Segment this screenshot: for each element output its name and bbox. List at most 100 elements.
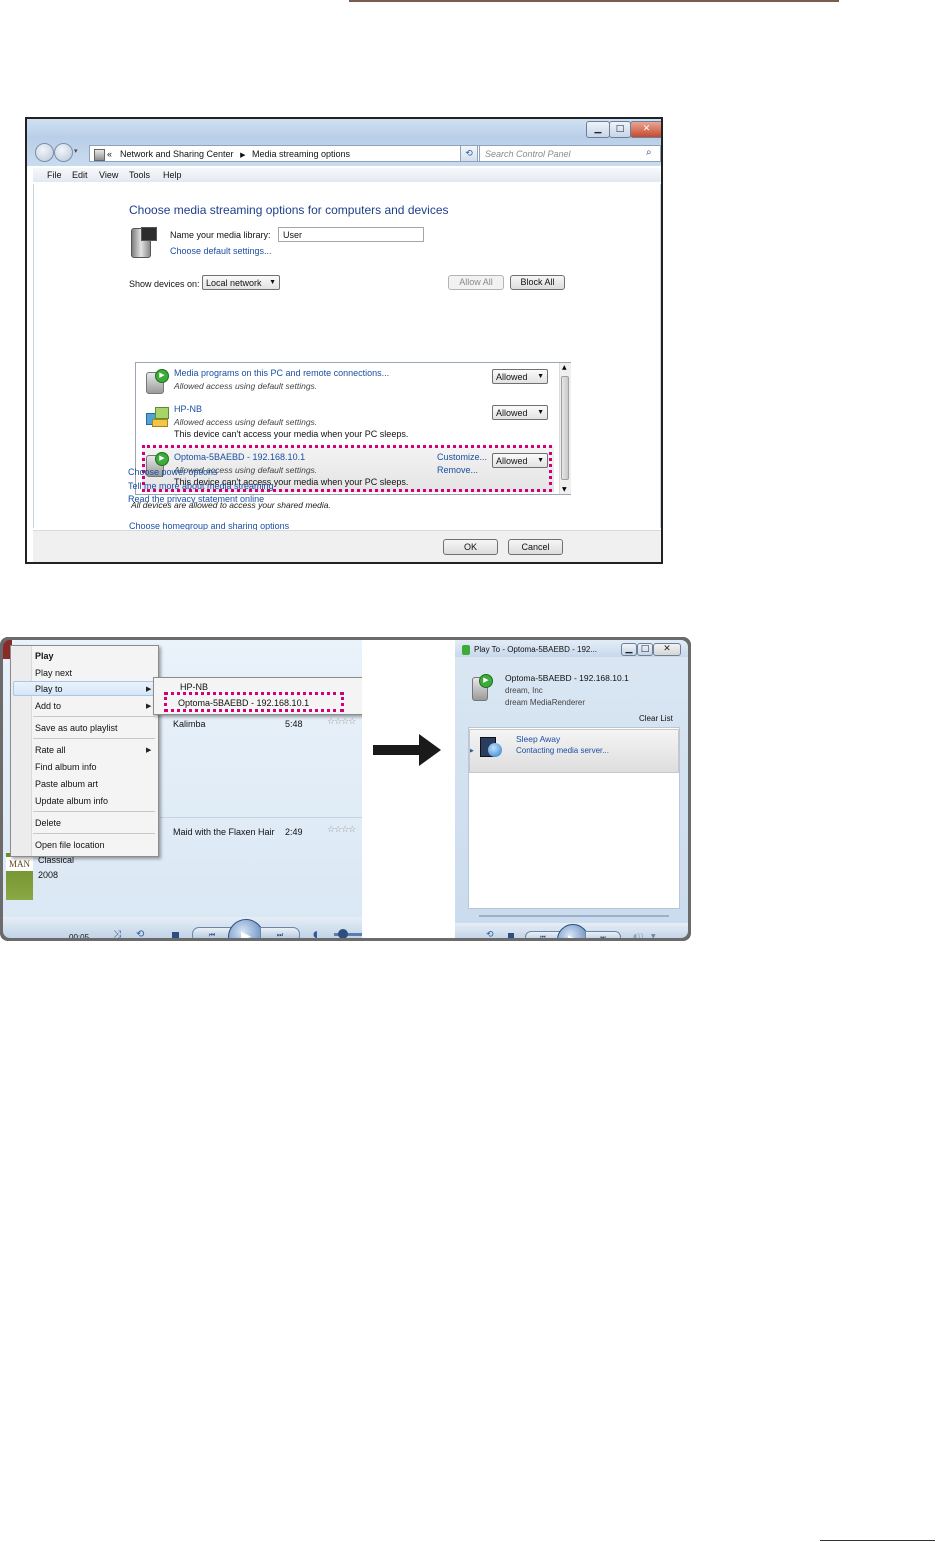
submenu-item-hp-nb[interactable]: HP-NB	[180, 682, 208, 692]
default-settings-link[interactable]: Choose default settings...	[170, 246, 272, 256]
maximize-button[interactable]: □	[637, 643, 653, 656]
repeat-icon[interactable]: ⟲	[136, 929, 144, 939]
search-icon[interactable]: ⌕	[646, 147, 652, 158]
address-bar[interactable]: « Network and Sharing Center ▶ Media str…	[89, 145, 482, 162]
menu-separator	[33, 738, 155, 739]
mute-icon[interactable]: ◖	[313, 930, 318, 939]
device-name-media-programs[interactable]: Media programs on this PC and remote con…	[174, 368, 389, 378]
previous-button[interactable]: ⏮	[525, 931, 561, 939]
scroll-thumb[interactable]	[561, 376, 569, 480]
ok-button[interactable]: OK	[443, 539, 498, 555]
scroll-up-icon[interactable]: ▲	[562, 364, 567, 371]
title-bar: ▁ □ ✕ ▾ « Network and Sharing Center ▶ M…	[27, 119, 661, 166]
close-button[interactable]: ✕	[630, 121, 661, 138]
permission-select-hp-nb[interactable]: Allowed ▼	[492, 405, 548, 420]
renderer-name: Optoma-5BAEBD - 192.168.10.1	[505, 673, 629, 683]
next-button[interactable]: ⏭	[260, 927, 300, 939]
volume-dropdown-icon[interactable]: ▼	[651, 933, 656, 939]
breadcrumb-network-sharing[interactable]: Network and Sharing Center	[120, 149, 234, 159]
close-button[interactable]: ✕	[653, 643, 681, 656]
menu-item-delete[interactable]: Delete	[35, 818, 61, 828]
device-name-hp-nb[interactable]: HP-NB	[174, 404, 202, 414]
menu-item-find-album-info[interactable]: Find album info	[35, 762, 97, 772]
control-panel-icon	[94, 149, 105, 161]
chevron-down-icon: ▼	[537, 409, 544, 416]
previous-button[interactable]: ⏮	[192, 927, 232, 939]
scroll-down-icon[interactable]: ▼	[562, 486, 567, 493]
maximize-button[interactable]: □	[609, 121, 631, 138]
menu-item-play[interactable]: Play	[35, 651, 54, 661]
minimize-button[interactable]: ▁	[621, 643, 637, 656]
play-icon: ▶	[568, 932, 578, 941]
rating-stars-kalimba[interactable]: ☆☆☆☆	[327, 717, 356, 727]
minimize-button[interactable]: ▁	[586, 121, 610, 138]
breadcrumb-overflow-icon[interactable]: «	[107, 146, 112, 163]
menu-separator	[33, 811, 155, 812]
submenu-arrow-icon: ▶	[146, 747, 152, 754]
menu-separator	[33, 833, 155, 834]
track-title-kalimba[interactable]: Kalimba	[173, 719, 206, 729]
context-menu: Play Play next Play to ▶ Add to ▶ Save a…	[10, 645, 159, 857]
seek-bar[interactable]	[479, 915, 669, 917]
nav-history-arrow-icon[interactable]: ▾	[74, 147, 78, 155]
menu-item-auto-playlist[interactable]: Save as auto playlist	[35, 723, 118, 733]
elapsed-time: 00:05	[69, 933, 90, 941]
repeat-icon[interactable]: ⟲	[486, 930, 494, 939]
stop-icon[interactable]	[508, 933, 514, 939]
volume-slider[interactable]	[334, 929, 362, 939]
device-list-scrollbar[interactable]: ▲ ▼	[559, 363, 571, 494]
shuffle-icon[interactable]: ⤨	[113, 929, 121, 939]
library-name-label: Name your media library:	[170, 230, 271, 240]
menu-item-add-to[interactable]: Add to	[35, 701, 61, 711]
renderer-model: dream MediaRenderer	[505, 698, 586, 707]
menu-item-open-file-location[interactable]: Open file location	[35, 840, 105, 850]
menu-file[interactable]: File	[47, 168, 62, 182]
library-name-input[interactable]: User	[278, 227, 424, 242]
album-art[interactable]: MAN	[6, 853, 33, 900]
power-options-link[interactable]: Choose power options	[128, 467, 218, 477]
play-badge-icon: ▶	[155, 369, 169, 383]
allow-all-button[interactable]: Allow All	[448, 275, 504, 290]
cancel-button[interactable]: Cancel	[508, 539, 563, 555]
permission-select-media-programs[interactable]: Allowed ▼	[492, 369, 548, 384]
menu-item-update-album-info[interactable]: Update album info	[35, 796, 108, 806]
refresh-button[interactable]: ⟲	[460, 145, 478, 162]
menu-separator	[33, 716, 155, 717]
breadcrumb-media-streaming[interactable]: Media streaming options	[252, 149, 350, 159]
play-badge-icon: ▶	[479, 674, 493, 688]
frame-gap	[362, 640, 455, 938]
volume-thumb[interactable]	[338, 929, 348, 939]
block-all-button[interactable]: Block All	[510, 275, 565, 290]
next-button[interactable]: ⏭	[585, 931, 621, 939]
hp-nb-device-icon	[146, 407, 169, 427]
playlist-track-title[interactable]: Sleep Away	[516, 734, 560, 744]
menu-item-play-to[interactable]: Play to	[35, 684, 63, 694]
menu-help[interactable]: Help	[163, 168, 182, 182]
play-to-window: Play To - Optoma-5BAEBD - 192... ▁ □ ✕ ▶…	[455, 637, 691, 941]
privacy-statement-link[interactable]: Read the privacy statement online	[128, 494, 264, 504]
search-input[interactable]: Search Control Panel	[479, 145, 661, 162]
menu-item-rate-all[interactable]: Rate all	[35, 745, 66, 755]
menu-item-play-next[interactable]: Play next	[35, 668, 72, 678]
media-library-icon	[131, 227, 157, 258]
menu-item-paste-album-art[interactable]: Paste album art	[35, 779, 98, 789]
show-devices-value: Local network	[206, 278, 262, 288]
track-length-kalimba: 5:48	[285, 719, 303, 729]
rating-stars-maid[interactable]: ☆☆☆☆	[327, 825, 356, 835]
volume-icon[interactable]: ◖))	[633, 932, 643, 939]
back-button[interactable]	[35, 143, 54, 162]
media-player-window: Kalimba 5:48 ☆☆☆☆ Maid with the Flaxen H…	[0, 637, 362, 941]
chevron-down-icon: ▼	[269, 279, 276, 286]
forward-button[interactable]	[54, 143, 73, 162]
menu-tools[interactable]: Tools	[129, 168, 150, 182]
menu-edit[interactable]: Edit	[72, 168, 88, 182]
clear-list-link[interactable]: Clear List	[639, 714, 673, 723]
media-streaming-help-link[interactable]: Tell me more about media streaming	[128, 481, 274, 491]
menu-view[interactable]: View	[99, 168, 118, 182]
submenu-arrow-icon: ▶	[146, 686, 152, 693]
track-length-maid: 2:49	[285, 827, 303, 837]
stop-icon[interactable]	[172, 932, 179, 939]
show-devices-select[interactable]: Local network ▼	[202, 275, 280, 290]
expand-arrow-icon[interactable]: ▶	[470, 748, 474, 754]
track-title-maid[interactable]: Maid with the Flaxen Hair	[173, 827, 275, 837]
